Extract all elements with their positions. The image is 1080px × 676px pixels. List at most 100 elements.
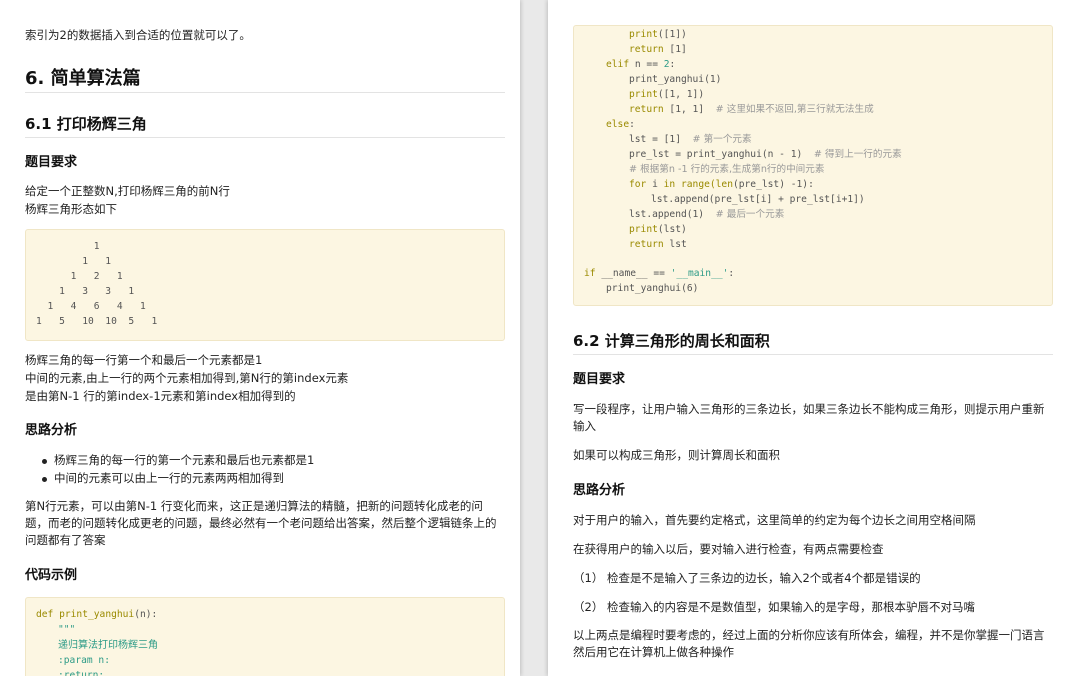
code-line: if __name__ == '__main__': (584, 266, 734, 281)
code-keyword: return (629, 239, 664, 250)
code-comment: # 这里如果不返回,第三行就无法生成 (715, 104, 874, 115)
code-text: i (646, 179, 664, 190)
code-text: n == (629, 59, 664, 70)
code-text: : (669, 59, 676, 70)
requirement-line: 给定一个正整数N,打印杨辉三角的前N行 (25, 184, 230, 198)
code-text: (pre_lst) -1): (732, 179, 814, 190)
code-line: def print_yanghui(n): (36, 607, 157, 622)
code-line: return [1, 1] # 这里如果不返回,第三行就无法生成 (629, 102, 874, 117)
code-text: : (728, 268, 735, 279)
code-text: lst = [1] (629, 134, 693, 145)
code-text: lst (663, 239, 687, 250)
paragraph-line: 以上两点是编程时要考虑的，经过上面的分析你应该有所体会，编程，并不是你掌握一门语… (573, 628, 1045, 642)
code-keyword: in (663, 179, 676, 190)
heading-divider (25, 92, 505, 93)
section-heading-algorithms: 6. 简单算法篇 (25, 68, 141, 89)
triangle-line: 1 3 3 1 (36, 286, 135, 297)
heading-code-example: 代码示例 (25, 568, 78, 583)
code-keyword: def (36, 609, 54, 620)
code-line: print_yanghui(1) (629, 74, 722, 85)
paragraph: 在获得用户的输入以后，要对输入进行检查，有两点需要检查 (573, 542, 884, 556)
code-text: ([1]) (657, 29, 687, 40)
code-line: for i in range(len(pre_lst) -1): (629, 177, 814, 192)
paragraph: 对于用户的输入，首先要约定格式，这里简单的约定为每个边长之间用空格间隔 (573, 513, 976, 527)
paragraph-line: 第N行元素，可以由第N-1 行变化而来，这正是递归算法的精髓，把新的问题转化成老… (25, 499, 483, 513)
code-line: pre_lst = print_yanghui(n - 1) # 得到上一行的元… (629, 147, 902, 162)
code-comment: # 得到上一行的元素 (813, 149, 902, 160)
bullet-item: 中间的元素可以由上一行的元素两两相加得到 (54, 471, 284, 485)
paragraph-line: 然后用它在计算机上做各种操作 (573, 645, 734, 659)
requirement-line: 杨辉三角形态如下 (25, 202, 117, 216)
code-keyword: for (629, 179, 647, 190)
heading-analysis: 思路分析 (573, 483, 626, 498)
code-string: '__main__' (670, 268, 729, 279)
code-builtin: range (675, 179, 710, 190)
heading-divider (25, 137, 505, 138)
code-params: (n): (134, 609, 158, 620)
heading-requirements: 题目要求 (25, 155, 78, 170)
triangle-line: 1 5 10 10 5 1 (36, 316, 158, 327)
intro-text: 索引为2的数据插入到合适的位置就可以了。 (25, 28, 251, 42)
left-page: 索引为2的数据插入到合适的位置就可以了。 6. 简单算法篇 6.1 打印杨辉三角… (0, 0, 520, 676)
code-text: __name__ == (595, 268, 671, 279)
code-line: print([1]) (629, 27, 687, 42)
code-comment: # 根据第n -1 行的元素,生成第n行的中间元素 (629, 164, 825, 175)
code-line: print(lst) (629, 222, 687, 237)
code-text: pre_lst = print_yanghui(n - 1) (629, 149, 814, 160)
code-text: [1, 1] (663, 104, 716, 115)
code-text: : (629, 119, 635, 130)
code-line: return [1] (629, 42, 687, 57)
code-builtin: print (629, 224, 658, 235)
code-text: (lst) (657, 224, 687, 235)
code-builtin: print (629, 89, 658, 100)
code-docstring: 递归算法打印杨辉三角 (58, 640, 158, 651)
bullet-dot (42, 459, 47, 464)
code-block: print([1]) return [1] elif n == 2: print… (573, 25, 1053, 306)
triangle-line: 1 4 6 4 1 (36, 301, 146, 312)
heading-requirements: 题目要求 (573, 372, 626, 387)
right-page: print([1]) return [1] elif n == 2: print… (548, 0, 1080, 676)
code-line: return lst (629, 237, 687, 252)
code-line: lst = [1] # 第一个元素 (629, 132, 752, 147)
requirement-line: 写一段程序，让用户输入三角形的三条边长，如果三条边长不能构成三角形，则提示用户重… (573, 402, 1045, 416)
heading-yanghui: 6.1 打印杨辉三角 (25, 115, 147, 133)
paragraph-line: 题，而老的问题转化成更老的问题，最终必然有一个老问题给出答案，然后整个逻辑链条上… (25, 516, 497, 530)
code-docstring: :param n: (58, 655, 110, 666)
code-function-name: print_yanghui (59, 609, 135, 620)
paragraph-line: 问题都有了答案 (25, 533, 106, 547)
code-keyword: return (629, 44, 664, 55)
code-line: lst.append(1) # 最后一个元素 (629, 207, 784, 222)
code-comment: # 最后一个元素 (715, 209, 785, 220)
code-builtin: (len (709, 179, 733, 190)
code-line: print([1, 1]) (629, 87, 704, 102)
description-line: 中间的元素,由上一行的两个元素相加得到,第N行的第index元素 (25, 371, 349, 385)
bullet-item: 杨辉三角的每一行的第一个元素和最后也元素都是1 (54, 453, 315, 467)
code-keyword: else (606, 119, 630, 130)
code-text: lst.append(1) (629, 209, 716, 220)
code-keyword: return (629, 104, 664, 115)
code-docstring: """ (58, 624, 76, 635)
triangle-code-block: 1 1 1 1 2 1 1 3 3 1 1 4 6 4 1 1 5 10 10 … (25, 229, 505, 341)
triangle-line: 1 2 1 (36, 271, 123, 282)
code-text: [1] (663, 44, 687, 55)
code-docstring: :return: (58, 670, 105, 676)
heading-triangle: 6.2 计算三角形的周长和面积 (573, 332, 770, 350)
description-line: 是由第N-1 行的第index-1元素和第index相加得到的 (25, 389, 296, 403)
code-line: else: (606, 117, 635, 132)
code-block: def print_yanghui(n): """ 递归算法打印杨辉三角 :pa… (25, 597, 505, 676)
bullet-dot (42, 477, 47, 482)
code-comment: # 第一个元素 (692, 134, 752, 145)
description-line: 杨辉三角的每一行第一个和最后一个元素都是1 (25, 353, 263, 367)
code-line: elif n == 2: (606, 57, 675, 72)
code-builtin: print (629, 29, 658, 40)
code-text: ([1, 1]) (657, 89, 705, 100)
heading-analysis: 思路分析 (25, 423, 78, 438)
requirement-line: 输入 (573, 419, 596, 433)
heading-divider (573, 354, 1053, 355)
code-keyword: if (584, 268, 596, 279)
code-line: print_yanghui(6) (606, 283, 699, 294)
paragraph: （1） 检查是不是输入了三条边的边长，输入2个或者4个都是错误的 (573, 571, 921, 585)
requirement-line: 如果可以构成三角形，则计算周长和面积 (573, 448, 780, 462)
code-keyword: elif (606, 59, 630, 70)
paragraph: （2） 检查输入的内容是不是数值型，如果输入的是字母，那根本驴唇不对马嘴 (573, 600, 975, 614)
